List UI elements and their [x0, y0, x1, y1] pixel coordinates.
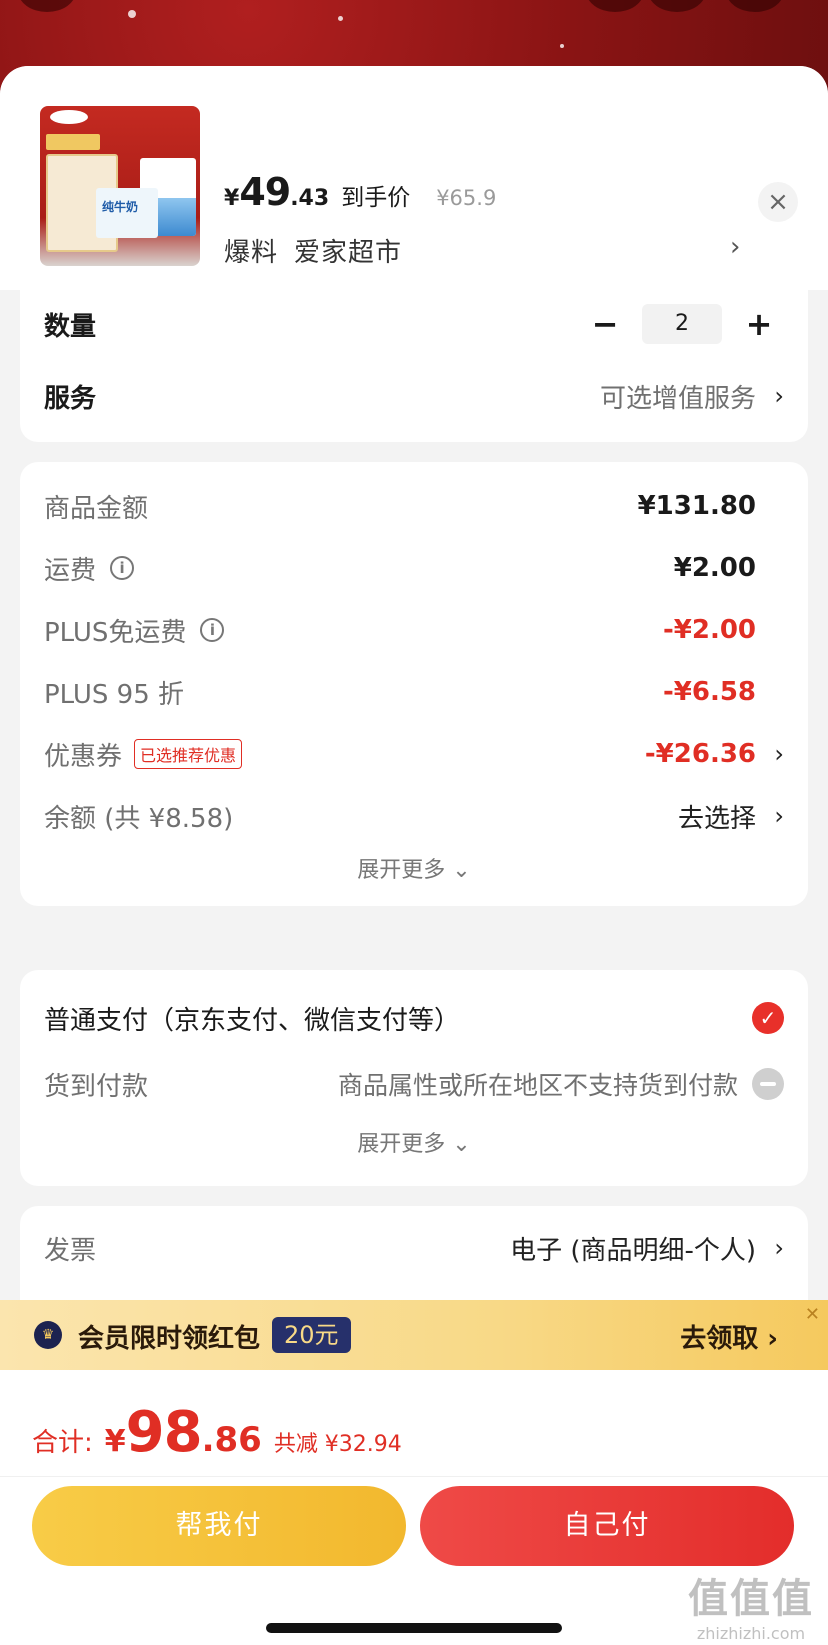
payment-card: 普通支付（京东支付、微信支付等） ✓ 货到付款 商品属性或所在地区不支持货到付款… — [20, 970, 808, 1186]
payment-option-cod: 货到付款 商品属性或所在地区不支持货到付款 — [44, 1064, 784, 1104]
payment-option-label: 货到付款 — [44, 1071, 149, 1102]
chevron-right-icon: › — [774, 802, 784, 830]
quantity-input[interactable]: 2 — [642, 304, 722, 344]
help-me-pay-button[interactable]: 帮我付 — [32, 1486, 406, 1566]
invoice-label: 发票 — [44, 1235, 97, 1266]
toolbar-button-2[interactable] — [648, 0, 706, 12]
charge-value: -¥6.58 — [662, 677, 756, 707]
charge-label: PLUS 95 折 — [44, 679, 185, 710]
info-icon[interactable]: i — [200, 618, 225, 642]
chevron-right-icon[interactable]: › — [730, 232, 740, 262]
quantity-label: 数量 — [44, 311, 97, 342]
close-button[interactable]: × — [758, 182, 798, 222]
snow-dot — [128, 10, 136, 18]
watermark-url: zhizhizhi.com — [696, 1624, 806, 1643]
chevron-right-icon: › — [774, 382, 784, 410]
charge-value: ¥2.00 — [673, 553, 756, 583]
snow-dot — [560, 44, 564, 48]
quantity-stepper[interactable]: − 2 + — [580, 304, 784, 344]
chevron-right-icon: › — [774, 740, 784, 768]
toolbar-button-3[interactable] — [726, 0, 784, 12]
invoice-row[interactable]: 发票 电子 (商品明细-个人) › — [44, 1228, 784, 1268]
charge-row-subtotal: 商品金额 ¥131.80 — [44, 486, 784, 526]
toolbar-button-1[interactable] — [586, 0, 644, 12]
payment-option-note: 商品属性或所在地区不支持货到付款 — [337, 1071, 738, 1100]
chevron-right-icon: › — [774, 1234, 784, 1262]
claim-button[interactable]: 去领取 › — [680, 1318, 778, 1355]
charge-value: 去选择 — [677, 803, 756, 834]
price-line: ¥ 49 .43 到手价 ¥65.9 — [224, 170, 496, 214]
service-label: 服务 — [44, 383, 97, 414]
checkout-bar: 合计: ¥ 98 .86 共减 ¥32.94 帮我付 自己付 值值值 zhizh… — [0, 1370, 828, 1645]
charge-row-plus-free-shipping: PLUS免运费 i -¥2.00 — [44, 610, 784, 650]
shop-link[interactable]: 爆料 爱家超市 — [224, 232, 402, 269]
charge-value: -¥2.00 — [662, 615, 756, 645]
charge-label: 优惠券 — [44, 741, 123, 772]
coupon-badge: 已选推荐优惠 — [134, 739, 243, 769]
shop-name: 爱家超市 — [294, 238, 403, 268]
promo-amount-badge: 20元 — [272, 1317, 351, 1353]
total-integer: 98 — [125, 1400, 203, 1465]
product-summary: 纯牛奶 ¥ 49 .43 到手价 ¥65.9 爆料 爱家超市 › × — [0, 66, 828, 290]
snow-dot — [338, 16, 343, 21]
brand-logo — [50, 110, 88, 124]
increment-button[interactable]: + — [734, 305, 784, 343]
thumbnail-text: 纯牛奶 — [102, 200, 139, 214]
charge-row-balance[interactable]: 余额 (共 ¥8.58) 去选择 › — [44, 796, 784, 836]
payment-option-label: 普通支付（京东支付、微信支付等） — [44, 1005, 461, 1036]
charge-label: 商品金额 — [44, 493, 149, 524]
charge-value: ¥131.80 — [637, 491, 756, 521]
service-row[interactable]: 服务 可选增值服务 › — [44, 376, 784, 416]
watermark: 值值值 zhizhizhi.com — [688, 1566, 814, 1643]
info-icon[interactable]: i — [110, 556, 135, 580]
back-button[interactable] — [18, 0, 76, 12]
charge-row-plus-discount: PLUS 95 折 -¥6.58 — [44, 672, 784, 712]
quantity-row: 数量 − 2 + — [44, 304, 784, 344]
total-currency: ¥ — [104, 1424, 126, 1459]
payment-option-standard[interactable]: 普通支付（京东支付、微信支付等） ✓ — [44, 998, 784, 1038]
check-icon[interactable]: ✓ — [752, 1002, 784, 1034]
home-indicator[interactable] — [266, 1623, 562, 1633]
close-icon[interactable]: ✕ — [805, 1304, 820, 1325]
promo-text: 会员限时领红包 — [78, 1324, 261, 1354]
total-savings: 共减 ¥32.94 — [273, 1432, 402, 1457]
charge-row-shipping: 运费 i ¥2.00 — [44, 548, 784, 588]
expand-more-button[interactable]: 展开更多 ⌄ — [20, 852, 808, 884]
service-value: 可选增值服务 — [599, 383, 756, 414]
charge-label: 余额 (共 ¥8.58) — [44, 803, 234, 834]
expand-more-button[interactable]: 展开更多 ⌄ — [20, 1126, 808, 1158]
charge-label: PLUS免运费 — [44, 617, 187, 648]
order-total: 合计: ¥ 98 .86 共减 ¥32.94 — [32, 1400, 402, 1465]
crown-icon: ♛ — [34, 1321, 62, 1349]
member-promo-banner[interactable]: ♛ 会员限时领红包 20元 去领取 › ✕ — [0, 1300, 828, 1370]
quantity-service-card: 数量 − 2 + 服务 可选增值服务 › — [20, 276, 808, 442]
charge-label: 运费 — [44, 555, 97, 586]
divider — [0, 1476, 828, 1477]
price-label: 到手价 — [341, 185, 411, 211]
total-label: 合计: — [32, 1428, 93, 1458]
decrement-button[interactable]: − — [580, 305, 630, 343]
deal-tag: 爆料 — [224, 238, 279, 268]
charge-row-coupon[interactable]: 优惠券 已选推荐优惠 -¥26.36 › — [44, 734, 784, 774]
price-currency: ¥ — [224, 186, 240, 211]
product-thumbnail[interactable]: 纯牛奶 — [40, 106, 200, 266]
original-price: ¥65.9 — [436, 186, 497, 210]
price-integer: 49 — [239, 170, 291, 214]
watermark-logo: 值值值 — [688, 1576, 814, 1622]
charge-value: -¥26.36 — [644, 739, 756, 769]
invoice-value: 电子 (商品明细-个人) — [510, 1235, 756, 1266]
total-decimal: .86 — [201, 1420, 262, 1460]
price-decimal: .43 — [290, 186, 330, 211]
charges-card: 商品金额 ¥131.80 运费 i ¥2.00 PLUS免运费 i -¥2.00… — [20, 462, 808, 906]
disabled-icon — [752, 1068, 784, 1100]
pay-myself-button[interactable]: 自己付 — [420, 1486, 794, 1566]
thumbnail-band — [46, 134, 100, 150]
